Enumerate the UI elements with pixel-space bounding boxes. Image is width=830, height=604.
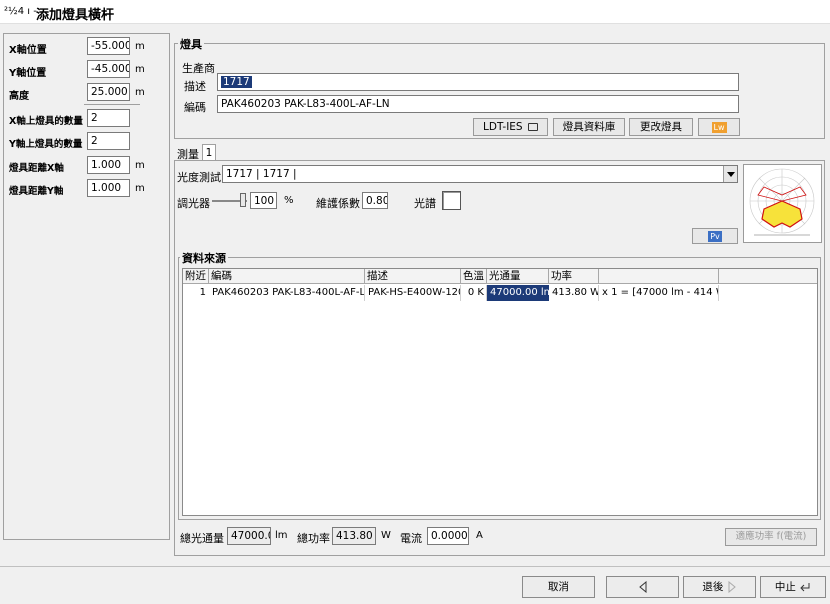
y-spacing-label: 燈具距離Y軸 — [9, 186, 64, 197]
column-header-code[interactable]: 編碼 — [209, 269, 365, 284]
window-title: 添加燈具橫杆 — [36, 8, 115, 23]
total-flux-label: 總光通量 — [180, 532, 224, 545]
y-count-label: Y軸上燈具的數量 — [9, 139, 83, 150]
table-row[interactable]: 1 PAK460203 PAK-L83-400L-AF-LN PAK-HS-E4… — [183, 285, 719, 301]
cell-power: 413.80 W — [549, 285, 599, 301]
current-input[interactable]: 0.0000 — [427, 527, 469, 545]
dimmer-slider-handle[interactable] — [240, 193, 246, 207]
lamp-database-button[interactable]: 燈具資料庫 — [553, 118, 625, 136]
cell-cct: 0 K — [461, 285, 487, 301]
description-input[interactable]: 1717 — [217, 73, 739, 91]
current-label: 電流 — [400, 532, 422, 545]
datasource-table[interactable]: 附近 編碼 描述 色溫 光通量 功率 1 PAK460203 PAK-L83-4… — [182, 268, 818, 516]
next-button[interactable]: 退後 — [683, 576, 756, 598]
polar-curve-icon — [749, 168, 815, 236]
next-label: 退後 — [702, 581, 724, 593]
height-unit: m — [135, 87, 145, 98]
total-flux-unit: lm — [275, 530, 288, 541]
datasource-group-title: 資料來源 — [180, 250, 228, 266]
lw-icon: Lw — [711, 121, 727, 133]
x-count-input[interactable]: 2 — [87, 109, 130, 127]
current-unit: A — [476, 530, 483, 541]
lamp-group-title: 燈具 — [178, 36, 204, 52]
code-input[interactable]: PAK460203 PAK-L83-400L-AF-LN — [217, 95, 739, 113]
ldt-ies-button[interactable]: LDT-IES — [473, 118, 548, 136]
title-bar: ²½4 ı - 添加燈具橫杆 — [0, 0, 830, 24]
finish-button[interactable]: 中止 — [760, 576, 826, 598]
lw-button[interactable]: Lw — [698, 118, 740, 136]
description-value: 1717 — [221, 76, 252, 88]
y-position-label: Y軸位置 — [9, 68, 47, 79]
height-label: 高度 — [9, 91, 29, 102]
cell-description: PAK-HS-E400W-120 — [365, 285, 461, 301]
y-count-input[interactable]: 2 — [87, 132, 130, 150]
y-position-input[interactable]: -45.000 — [87, 60, 130, 78]
manufacturer-label: 生產商 — [182, 62, 215, 75]
ldt-ies-label: LDT-IES — [483, 121, 523, 133]
triangle-left-icon — [638, 580, 646, 594]
photometry-value: 1717 | 1717 | — [226, 168, 297, 180]
dimmer-unit: % — [284, 195, 294, 206]
column-header-near[interactable]: 附近 — [183, 269, 209, 284]
cancel-button[interactable]: 取消 — [522, 576, 595, 598]
maintenance-factor-label: 維護係數 — [316, 197, 360, 210]
photometry-label: 光度測試 — [177, 171, 221, 184]
cell-code: PAK460203 PAK-L83-400L-AF-LN — [209, 285, 365, 301]
footer-separator — [0, 566, 830, 567]
total-power-unit: W — [381, 530, 391, 541]
dimmer-label: 調光器 — [177, 197, 210, 210]
y-spacing-input[interactable]: 1.000 — [87, 179, 130, 197]
printer-icon — [527, 123, 538, 131]
x-position-unit: m — [135, 41, 145, 52]
x-spacing-label: 燈具距離X軸 — [9, 163, 64, 174]
triangle-right-icon — [728, 580, 736, 594]
cell-flux[interactable]: 47000.00 lm — [487, 285, 549, 301]
cell-near: 1 — [199, 287, 206, 298]
y-spacing-unit: m — [135, 183, 145, 194]
change-lamp-button[interactable]: 更改燈具 — [629, 118, 693, 136]
adapt-power-button[interactable]: 適應功率 f(電流) — [725, 528, 817, 546]
total-power-label: 總功率 — [297, 532, 330, 545]
separator — [84, 104, 140, 105]
maintenance-factor-input[interactable]: 0.80 — [362, 192, 388, 209]
total-power-value: 413.80 — [332, 527, 376, 545]
spectrum-checkbox[interactable] — [442, 191, 461, 210]
dimmer-input[interactable]: 100 — [250, 192, 277, 209]
pv-button[interactable]: Pv — [692, 228, 738, 244]
height-input[interactable]: 25.000 — [87, 83, 130, 101]
photometry-select[interactable]: 1717 | 1717 | — [222, 165, 738, 183]
code-label: 編碼 — [184, 101, 206, 114]
window-title-prefix: ²½4 ı - — [4, 6, 37, 17]
column-header-filler — [719, 269, 817, 284]
pv-icon: Pv — [708, 230, 722, 242]
chevron-down-icon[interactable] — [723, 166, 737, 182]
x-position-label: X軸位置 — [9, 45, 47, 56]
cell-formula: x 1 = [47000 lm - 414 W] — [599, 285, 719, 301]
column-header-cct[interactable]: 色溫 — [461, 269, 487, 284]
column-header-formula — [599, 269, 719, 284]
x-spacing-input[interactable]: 1.000 — [87, 156, 130, 174]
x-position-input[interactable]: -55.000 — [87, 37, 130, 55]
previous-button[interactable] — [606, 576, 679, 598]
column-header-flux[interactable]: 光通量 — [487, 269, 549, 284]
finish-label: 中止 — [774, 581, 796, 593]
enter-icon — [800, 583, 810, 592]
total-flux-value: 47000.00 — [227, 527, 271, 545]
column-header-power[interactable]: 功率 — [549, 269, 599, 284]
tab-measure-1[interactable]: 1 — [202, 144, 216, 161]
x-count-label: X軸上燈具的數量 — [9, 116, 83, 127]
description-label: 描述 — [184, 80, 206, 93]
photometric-diagram — [743, 164, 822, 243]
x-spacing-unit: m — [135, 160, 145, 171]
column-header-description[interactable]: 描述 — [365, 269, 461, 284]
y-position-unit: m — [135, 64, 145, 75]
spectrum-label: 光譜 — [414, 197, 436, 210]
